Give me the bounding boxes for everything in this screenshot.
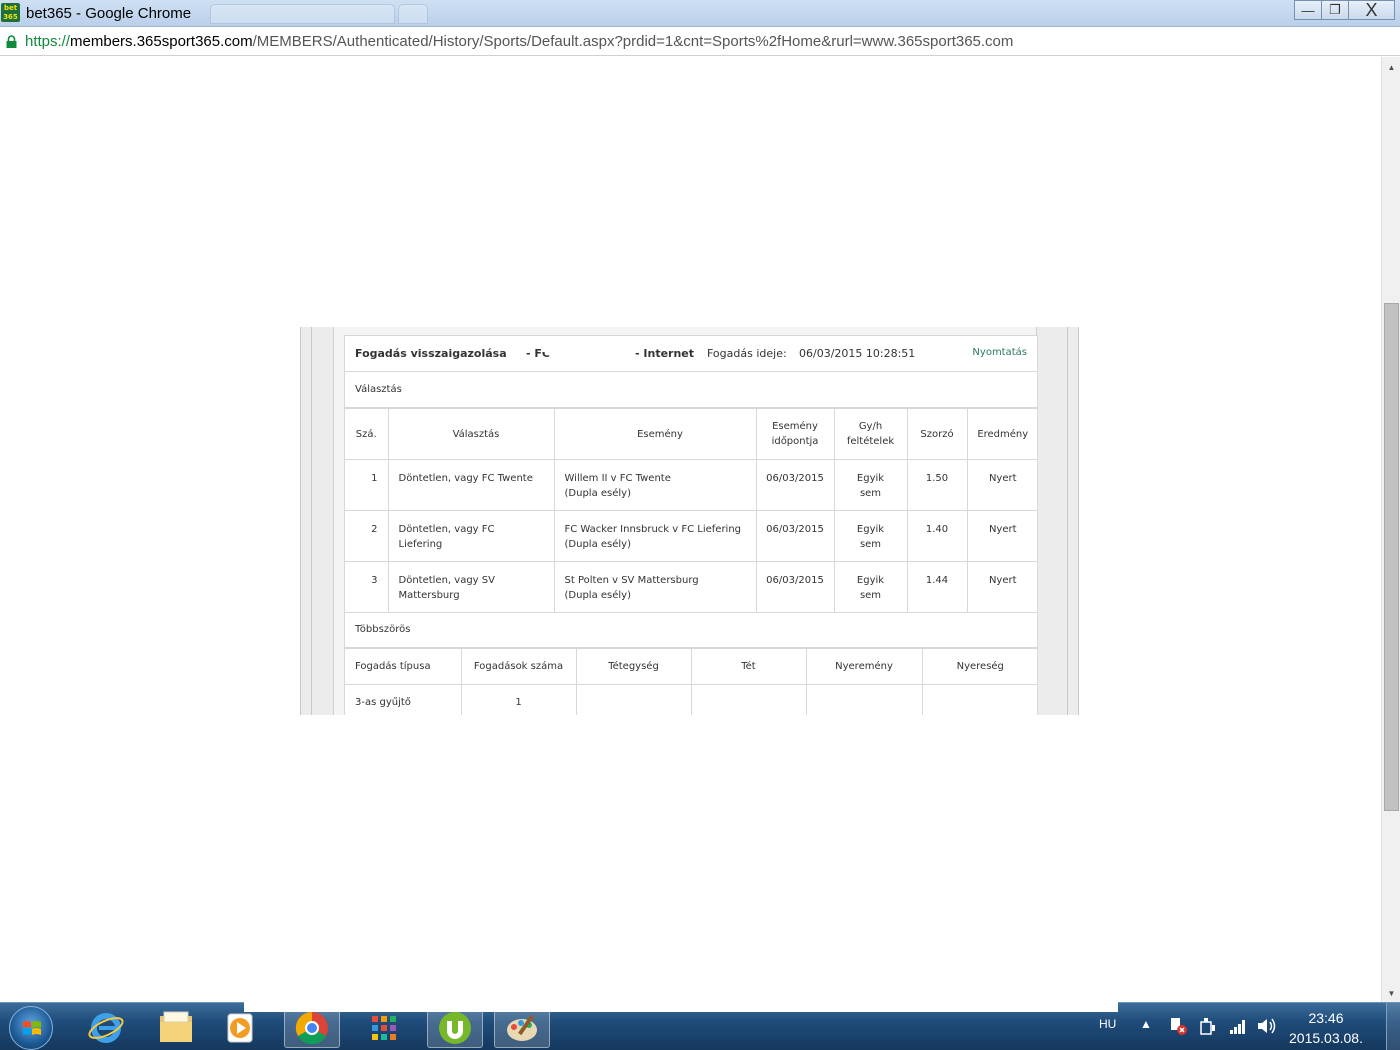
lock-icon	[6, 35, 17, 48]
column-header: Nyereség	[921, 648, 1038, 685]
column-header: Esemény	[553, 408, 757, 460]
column-header: Szorzó	[906, 408, 968, 460]
column-header: Fogadások száma	[460, 648, 577, 685]
bet-header: Fogadás visszaigazolása - FC - Internet …	[345, 336, 1037, 372]
selection-event: Willem II v FC Twente (Dupla esély)	[553, 459, 757, 511]
frame-divider	[1067, 327, 1068, 715]
utorrent-icon[interactable]	[427, 1008, 483, 1048]
network-signal-icon[interactable]	[1228, 1016, 1248, 1036]
selection-choice: Döntetlen, vagy FC Twente	[387, 459, 555, 511]
multiples-heading: Többszörös	[345, 612, 1037, 648]
new-tab-button[interactable]	[398, 4, 428, 24]
column-header: Nyeremény	[805, 648, 923, 685]
table-header-row: Fogadás típusa Fogadások száma Tétegység…	[345, 648, 1038, 685]
scroll-up-icon[interactable]: ▲	[1382, 59, 1400, 76]
selection-number: 1	[345, 459, 389, 511]
system-clock[interactable]: 23:46 2015.03.08.	[1281, 1008, 1371, 1048]
selection-event: FC Wacker Innsbruck v FC Liefering (Dupla…	[553, 510, 757, 562]
selection-terms: Egyik sem	[833, 561, 908, 613]
show-desktop-button[interactable]	[1386, 1003, 1400, 1050]
multiple-unit-stake	[575, 684, 692, 715]
language-indicator[interactable]: HU	[1099, 1017, 1116, 1031]
vertical-scrollbar[interactable]: ▲ ▼	[1381, 57, 1400, 1002]
redacted-reference	[541, 344, 621, 352]
column-header: Esemény időpontja	[755, 408, 835, 460]
multiple-count: 1	[460, 684, 577, 715]
title-bar: bet 365 bet365 - Google Chrome — ❐ X	[0, 0, 1400, 27]
selection-odds: 1.40	[906, 510, 968, 562]
column-header: Eredmény	[966, 408, 1038, 460]
background-tab[interactable]	[210, 4, 395, 24]
selection-odds: 1.50	[906, 459, 968, 511]
address-bar[interactable]: https://members.365sport365.com/MEMBERS/…	[0, 27, 1400, 56]
media-player-icon[interactable]	[212, 1008, 268, 1048]
selection-result: Nyert	[966, 561, 1038, 613]
selection-date: 06/03/2015	[755, 510, 835, 562]
multiple-stake	[690, 684, 807, 715]
maximize-button[interactable]: ❐	[1321, 0, 1349, 20]
chrome-icon[interactable]	[284, 1008, 340, 1048]
scroll-down-icon[interactable]: ▼	[1382, 985, 1400, 1002]
column-header: Tétegység	[575, 648, 692, 685]
power-icon[interactable]	[1198, 1016, 1218, 1036]
selection-date: 06/03/2015	[755, 459, 835, 511]
url-text[interactable]: https://members.365sport365.com/MEMBERS/…	[25, 33, 1013, 50]
column-header: Tét	[690, 648, 807, 685]
selections-table: Szá. Választás Esemény Esemény időpontja…	[345, 408, 1038, 613]
column-header: Gy/h feltételek	[833, 408, 908, 460]
column-header: Szá.	[345, 408, 389, 460]
bet-confirmation-card: Fogadás visszaigazolása - FC - Internet …	[344, 335, 1038, 715]
table-row: 2 Döntetlen, vagy FC Liefering FC Wacker…	[345, 510, 1038, 562]
close-button[interactable]: X	[1348, 0, 1395, 20]
table-row: 1 Döntetlen, vagy FC Twente Willem II v …	[345, 459, 1038, 511]
internet-explorer-icon[interactable]	[78, 1008, 134, 1048]
selection-number: 3	[345, 561, 389, 613]
selection-event: St Polten v SV Mattersburg (Dupla esély)	[553, 561, 757, 613]
bet-title: Fogadás visszaigazolása	[355, 347, 507, 360]
selection-result: Nyert	[966, 510, 1038, 562]
bet-history-frame: Fogadás visszaigazolása - FC - Internet …	[300, 327, 1079, 715]
content-panel: Fogadás visszaigazolása - FC - Internet …	[333, 327, 1038, 715]
bet-time-label: Fogadás ideje:	[707, 347, 787, 360]
window-controls: — ❐ X	[1294, 0, 1395, 22]
action-center-icon[interactable]	[1168, 1016, 1188, 1036]
windows-logo-icon	[23, 1021, 41, 1035]
bet-channel: - Internet	[635, 347, 695, 360]
selection-choice: Döntetlen, vagy FC Liefering	[387, 510, 555, 562]
table-row: 3 Döntetlen, vagy SV Mattersburg St Polt…	[345, 561, 1038, 613]
column-header: Választás	[387, 408, 555, 460]
table-row: 3-as gyűjtő 1	[345, 684, 1038, 715]
selection-terms: Egyik sem	[833, 510, 908, 562]
scrollbar-thumb[interactable]	[1384, 303, 1399, 811]
apps-grid-icon[interactable]	[356, 1008, 412, 1048]
multiple-return	[805, 684, 923, 715]
multiple-type-link[interactable]: 3-as gyűjtő	[345, 684, 462, 715]
multiple-profit	[921, 684, 1038, 715]
selection-odds: 1.44	[906, 561, 968, 613]
multiples-table: Fogadás típusa Fogadások száma Tétegység…	[345, 648, 1038, 715]
selection-choice: Döntetlen, vagy SV Mattersburg	[387, 561, 555, 613]
bet-time-value: 06/03/2015 10:28:51	[799, 347, 916, 360]
paint-icon[interactable]	[494, 1008, 550, 1048]
selection-result: Nyert	[966, 459, 1038, 511]
minimize-button[interactable]: —	[1294, 0, 1322, 20]
start-button[interactable]	[9, 1006, 53, 1050]
folder-icon[interactable]	[148, 1008, 204, 1048]
show-hidden-icons[interactable]: ▲	[1140, 1017, 1152, 1031]
frame-divider	[311, 327, 312, 715]
bet365-app-icon: bet 365	[1, 3, 20, 22]
selection-terms: Egyik sem	[833, 459, 908, 511]
window-title: bet365 - Google Chrome	[26, 5, 192, 22]
selection-number: 2	[345, 510, 389, 562]
selections-heading: Választás	[345, 372, 1037, 408]
table-header-row: Szá. Választás Esemény Esemény időpontja…	[345, 408, 1038, 460]
volume-icon[interactable]	[1256, 1016, 1278, 1036]
print-link[interactable]: Nyomtatás	[972, 347, 1027, 358]
selection-date: 06/03/2015	[755, 561, 835, 613]
column-header: Fogadás típusa	[345, 648, 462, 685]
